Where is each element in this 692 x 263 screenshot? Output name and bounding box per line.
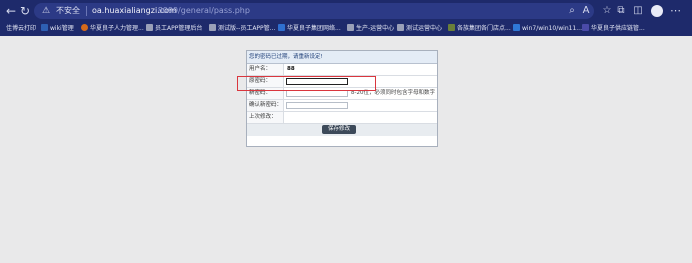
- bookmark-item[interactable]: 华夏良子人力管理...: [81, 22, 144, 36]
- bookmark-icon: [582, 24, 589, 31]
- confirm-password-label: 确认新密码：: [247, 100, 284, 111]
- bookmark-icon: [146, 24, 153, 31]
- confirm-password-input[interactable]: [286, 102, 348, 109]
- bookmarks-bar: 佳博云打印 wiki管理 华夏良子人力管理... 员工APP管理后台 测试版--…: [0, 22, 692, 36]
- bookmark-icon: [448, 24, 455, 31]
- zoom-icon[interactable]: ⌕: [565, 3, 579, 19]
- last-modified-label: 上次修改：: [247, 112, 284, 123]
- bookmark-label: 各族集团各门店点...: [457, 25, 511, 32]
- warning-icon: ⚠: [42, 6, 51, 16]
- read-aloud-icon[interactable]: A: [579, 3, 593, 19]
- bookmark-label: 生产-运营中心: [356, 25, 395, 32]
- save-button[interactable]: 保存修改: [322, 125, 356, 134]
- bookmark-item[interactable]: 员工APP管理后台: [146, 22, 202, 36]
- collections-icon[interactable]: ⧉: [614, 3, 628, 19]
- extensions-icon[interactable]: ◫: [631, 3, 645, 19]
- favorites-icon[interactable]: ☆: [600, 3, 614, 19]
- new-password-input[interactable]: [286, 90, 348, 97]
- bookmark-item[interactable]: wiki管理: [41, 22, 74, 36]
- bookmark-item[interactable]: 华夏良子供应链管...: [582, 22, 645, 36]
- url-path: :8099/general/pass.php: [155, 6, 250, 15]
- bookmark-label: 华夏良子供应链管...: [591, 25, 645, 32]
- username-value: 88: [287, 66, 295, 72]
- bookmark-item[interactable]: 测试版--员工APP管...: [209, 22, 275, 36]
- reload-icon[interactable]: ↻: [17, 3, 33, 19]
- highlight-box: [237, 76, 376, 91]
- last-modified-row: 上次修改：: [247, 112, 437, 124]
- password-expired-notice: 您的密码已过期，请重新设定!: [247, 51, 437, 64]
- form-footer: 保存修改: [247, 124, 437, 136]
- insecure-label: 不安全: [56, 6, 80, 15]
- more-menu-icon[interactable]: ⋯: [670, 3, 681, 19]
- confirm-password-row: 确认新密码：: [247, 100, 437, 112]
- username-row: 用户名： 88: [247, 64, 437, 76]
- bookmark-label: 员工APP管理后台: [155, 25, 203, 32]
- bookmark-label: 华夏良子人力管理...: [90, 25, 144, 32]
- bookmark-icon: [397, 24, 404, 31]
- bookmark-label: 测试运营中心: [406, 25, 443, 32]
- bookmark-label: 测试版--员工APP管...: [218, 25, 276, 32]
- bookmark-item[interactable]: win7/win10/win11...: [513, 22, 582, 36]
- bookmark-item[interactable]: 华夏良子集团网络...: [278, 22, 341, 36]
- bookmark-icon: [347, 24, 354, 31]
- bookmark-icon: [41, 24, 48, 31]
- bookmark-label: win7/win10/win11...: [522, 25, 582, 32]
- divider: [86, 6, 87, 16]
- bookmark-icon: [513, 24, 520, 31]
- bookmark-item[interactable]: 各族集团各门店点...: [448, 22, 511, 36]
- bookmark-label: 华夏良子集团网络...: [287, 25, 341, 32]
- browser-toolbar: ← ↻ ⚠ 不安全 oa.huaxialiangzi.com :8099/gen…: [0, 0, 692, 22]
- profile-avatar[interactable]: [651, 5, 663, 17]
- bookmark-icon: [278, 24, 285, 31]
- bookmark-label: wiki管理: [50, 25, 74, 32]
- password-change-form: 您的密码已过期，请重新设定! 用户名： 88 原密码： 新密码： 8-20位，必…: [246, 50, 438, 147]
- bookmark-item[interactable]: 生产-运营中心: [347, 22, 394, 36]
- bookmark-label: 佳博云打印: [6, 25, 37, 32]
- bookmark-item[interactable]: 测试运营中心: [397, 22, 442, 36]
- bookmark-icon: [81, 24, 88, 31]
- username-label: 用户名：: [247, 64, 284, 75]
- bookmark-icon: [209, 24, 216, 31]
- bookmark-item[interactable]: 佳博云打印: [6, 22, 36, 36]
- address-bar[interactable]: ⚠ 不安全 oa.huaxialiangzi.com :8099/general…: [34, 3, 594, 19]
